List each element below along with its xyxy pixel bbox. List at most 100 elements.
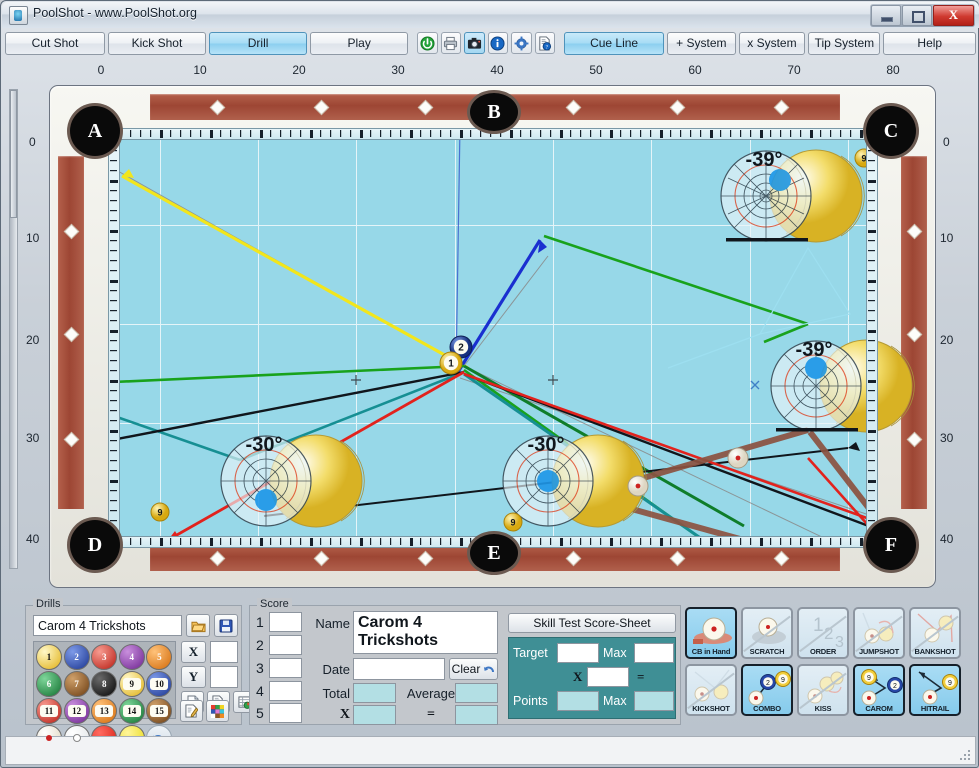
multiply-value xyxy=(353,705,396,725)
ball-button-11[interactable]: 11 xyxy=(36,698,62,724)
svg-text:-39°: -39° xyxy=(796,339,833,361)
shot-type-label: COMBO xyxy=(753,704,781,713)
ball-button-9[interactable]: 9 xyxy=(118,671,145,697)
ball-button-10[interactable]: 10 xyxy=(146,671,173,697)
shot-type-hitrail[interactable]: 9 HITRAIL xyxy=(909,664,961,716)
x-coordinate-button[interactable]: X xyxy=(181,641,206,663)
vertical-scrollbar[interactable] xyxy=(9,89,18,569)
tab-play[interactable]: Play xyxy=(310,31,409,55)
shot-type-combo[interactable]: 2 9 COMBO xyxy=(741,664,793,716)
app-icon xyxy=(9,6,28,25)
shot-type-cb-in-hand[interactable]: CB in Hand xyxy=(685,607,737,659)
x-coordinate-input[interactable] xyxy=(210,641,238,663)
playing-surface[interactable]: -39° -39° -30° -30° 2 1 9 9 9 xyxy=(108,128,915,548)
resize-grip[interactable] xyxy=(960,750,972,762)
ball-button-5[interactable]: 5 xyxy=(146,644,173,670)
ball-button-6[interactable]: 6 xyxy=(36,671,62,697)
axis-left-tick-40: 40 xyxy=(26,532,40,546)
pocket-b[interactable]: B xyxy=(470,93,518,131)
title-bar: PoolShot - www.PoolShot.org X xyxy=(2,2,979,28)
target-input[interactable] xyxy=(557,643,599,663)
document-help-icon[interactable]: ? xyxy=(534,32,556,54)
skill-multiply-label: X xyxy=(573,669,583,684)
shot-type-label: HITRAIL xyxy=(920,704,950,713)
drill-name-input[interactable]: Carom 4 Trickshots xyxy=(33,615,182,636)
score-row-input-1[interactable] xyxy=(269,612,302,632)
button-plus-system[interactable]: + System xyxy=(667,31,736,55)
tab-kick-shot[interactable]: Kick Shot xyxy=(107,31,207,55)
score-row-input-5[interactable] xyxy=(269,703,302,723)
shot-type-scratch[interactable]: SCRATCH xyxy=(741,607,793,659)
pocket-a[interactable]: A xyxy=(70,106,120,156)
power-icon[interactable] xyxy=(417,32,438,54)
save-disk-icon[interactable] xyxy=(214,614,238,637)
shot-type-order[interactable]: 123 ORDER xyxy=(797,607,849,659)
axis-top-tick-10: 10 xyxy=(193,63,207,77)
axis-right-tick-10: 10 xyxy=(940,231,954,245)
skill-multiply-input[interactable] xyxy=(587,667,629,687)
score-row-input-3[interactable] xyxy=(269,658,302,678)
points-max-value xyxy=(634,691,674,711)
score-row-input-2[interactable] xyxy=(269,635,302,655)
axis-top-tick-60: 60 xyxy=(688,63,702,77)
axis-top: 0 10 20 30 40 50 60 70 80 xyxy=(7,61,974,81)
aim-diagram-bottom-left[interactable]: -30° xyxy=(208,428,388,533)
edit-note-icon[interactable] xyxy=(180,700,203,722)
ball-button-14[interactable]: 14 xyxy=(118,698,145,724)
button-cue-line[interactable]: Cue Line xyxy=(564,31,665,55)
ball-button-1[interactable]: 1 xyxy=(36,644,62,670)
score-row-input-4[interactable] xyxy=(269,681,302,701)
axis-left-tick-20: 20 xyxy=(26,333,40,347)
printer-icon[interactable] xyxy=(440,32,462,54)
ball-button-15[interactable]: 15 xyxy=(146,698,173,724)
ball-button-7[interactable]: 7 xyxy=(63,671,90,697)
tab-cut-shot[interactable]: Cut Shot xyxy=(5,31,105,55)
ball-button-2[interactable]: 2 xyxy=(63,644,90,670)
color-palette-icon[interactable] xyxy=(206,700,229,722)
open-folder-icon[interactable] xyxy=(186,614,210,637)
ball-rack[interactable]: 1 2 3 4 5 6 7 8 9 10 11 12 13 14 15 xyxy=(33,641,176,751)
aim-diagram-mid-right[interactable]: -39° xyxy=(758,336,938,436)
pocket-c[interactable]: C xyxy=(866,106,916,156)
table-board[interactable]: -39° -39° -30° -30° 2 1 9 9 9 A B C D E … xyxy=(49,85,936,588)
scrollbar-thumb[interactable] xyxy=(10,90,17,218)
maximize-button[interactable] xyxy=(902,5,932,26)
ball-button-4[interactable]: 4 xyxy=(118,644,145,670)
pocket-e[interactable]: E xyxy=(470,534,518,572)
y-coordinate-input[interactable] xyxy=(210,666,238,688)
button-x-system[interactable]: x System xyxy=(738,31,806,55)
shot-type-kickshot[interactable]: KICKSHOT xyxy=(685,664,737,716)
camera-icon[interactable] xyxy=(464,32,485,54)
bottom-panels: Drills Carom 4 Trickshots 1 2 3 4 5 6 7 … xyxy=(7,598,974,751)
skill-test-score-sheet-button[interactable]: Skill Test Score-Sheet xyxy=(508,613,676,633)
settings-gear-icon[interactable] xyxy=(511,32,532,54)
pocket-f[interactable]: F xyxy=(866,520,916,570)
tab-drill[interactable]: Drill xyxy=(209,31,308,55)
aim-diagram-bottom-center[interactable]: -30° xyxy=(490,428,670,533)
ball-button-13[interactable]: 13 xyxy=(91,698,118,724)
score-name-input[interactable]: Carom 4 Trickshots xyxy=(353,611,498,654)
minimize-button[interactable] xyxy=(871,5,901,26)
shot-type-jumpshot[interactable]: JUMPSHOT xyxy=(853,607,905,659)
shot-type-bankshot[interactable]: BANKSHOT xyxy=(909,607,961,659)
close-button[interactable]: X xyxy=(933,5,974,26)
info-icon[interactable] xyxy=(487,32,509,54)
aim-diagram-top-right[interactable]: -39° xyxy=(708,146,888,246)
target-max-input[interactable] xyxy=(634,643,674,663)
button-tip-system[interactable]: Tip System xyxy=(808,31,881,55)
score-date-input[interactable] xyxy=(353,658,445,680)
shot-type-kiss[interactable]: KISS xyxy=(797,664,849,716)
axis-right-tick-20: 20 xyxy=(940,333,954,347)
window-controls: X xyxy=(870,4,975,27)
button-help[interactable]: Help xyxy=(883,31,977,55)
axis-left-tick-10: 10 xyxy=(26,231,40,245)
ball-button-8[interactable]: 8 xyxy=(91,671,118,697)
pocket-d[interactable]: D xyxy=(70,520,120,570)
ball-button-12[interactable]: 12 xyxy=(63,698,90,724)
ball-button-3[interactable]: 3 xyxy=(91,644,118,670)
clear-button[interactable]: Clear xyxy=(449,658,498,680)
status-bar xyxy=(5,736,976,765)
y-coordinate-button[interactable]: Y xyxy=(181,666,206,688)
score-row-label-1: 1 xyxy=(256,614,264,630)
shot-type-carom[interactable]: 9 2 CAROM xyxy=(853,664,905,716)
